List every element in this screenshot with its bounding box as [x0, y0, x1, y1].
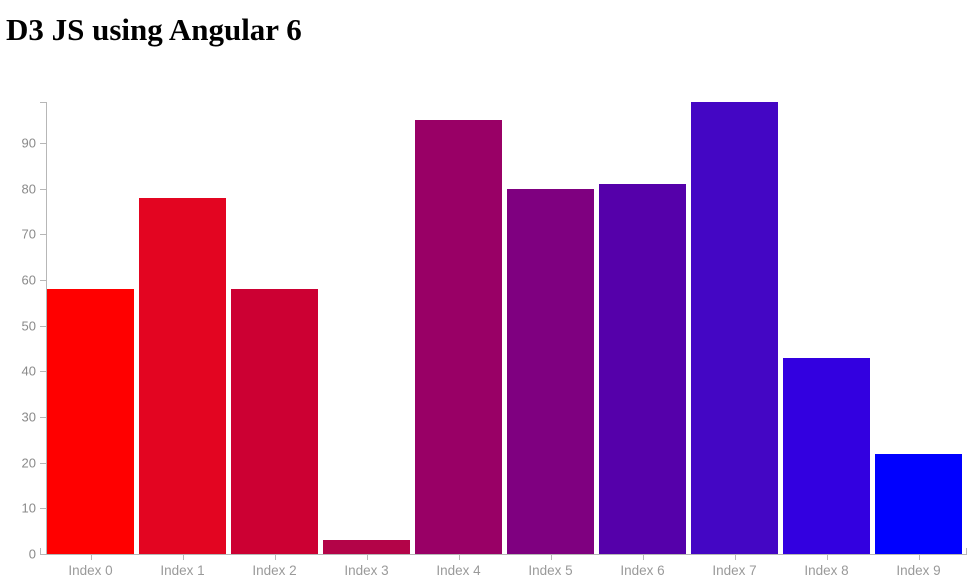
x-axis-tick-label: Index 9 [896, 563, 941, 578]
x-axis-tick-mark [642, 554, 644, 560]
x-axis-tick-label: Index 4 [436, 563, 481, 578]
x-axis-tick-label: Index 2 [252, 563, 297, 578]
x-axis-tick: Index 5 [528, 554, 573, 578]
x-axis-tick-label: Index 5 [528, 563, 573, 578]
x-axis-domain-cap [40, 548, 41, 554]
x-axis-tick: Index 7 [712, 554, 757, 578]
x-axis-ticks: Index 0 Index 1 Index 2 Index 3 Index 4 Index… [0, 0, 974, 587]
x-axis-tick-mark [90, 554, 92, 560]
x-axis-tick: Index 9 [896, 554, 941, 578]
x-axis-tick: Index 3 [344, 554, 389, 578]
x-axis-domain-cap [966, 548, 967, 554]
x-axis-tick: Index 4 [436, 554, 481, 578]
x-axis-tick-mark [918, 554, 920, 560]
x-axis-tick-label: Index 6 [620, 563, 665, 578]
x-axis-tick: Index 1 [160, 554, 205, 578]
x-axis-tick-mark [826, 554, 828, 560]
x-axis-tick-label: Index 7 [712, 563, 757, 578]
chart-page: D3 JS using Angular 6 0 10 20 30 40 50 60 70 80 9… [0, 0, 974, 587]
x-axis-tick-label: Index 3 [344, 563, 389, 578]
x-axis-tick-mark [274, 554, 276, 560]
bar-chart: 0 10 20 30 40 50 60 70 80 90 Index 0 Index 1 Index … [0, 0, 974, 587]
x-axis-tick-label: Index 8 [804, 563, 849, 578]
x-axis-tick-mark [182, 554, 184, 560]
x-axis-tick-mark [366, 554, 368, 560]
x-axis-tick: Index 6 [620, 554, 665, 578]
x-axis-tick: Index 2 [252, 554, 297, 578]
x-axis-tick: Index 0 [68, 554, 113, 578]
x-axis-tick: Index 8 [804, 554, 849, 578]
x-axis-tick-label: Index 1 [160, 563, 205, 578]
x-axis-tick-mark [550, 554, 552, 560]
x-axis-tick-mark [458, 554, 460, 560]
x-axis-tick-label: Index 0 [68, 563, 113, 578]
x-axis-tick-mark [734, 554, 736, 560]
